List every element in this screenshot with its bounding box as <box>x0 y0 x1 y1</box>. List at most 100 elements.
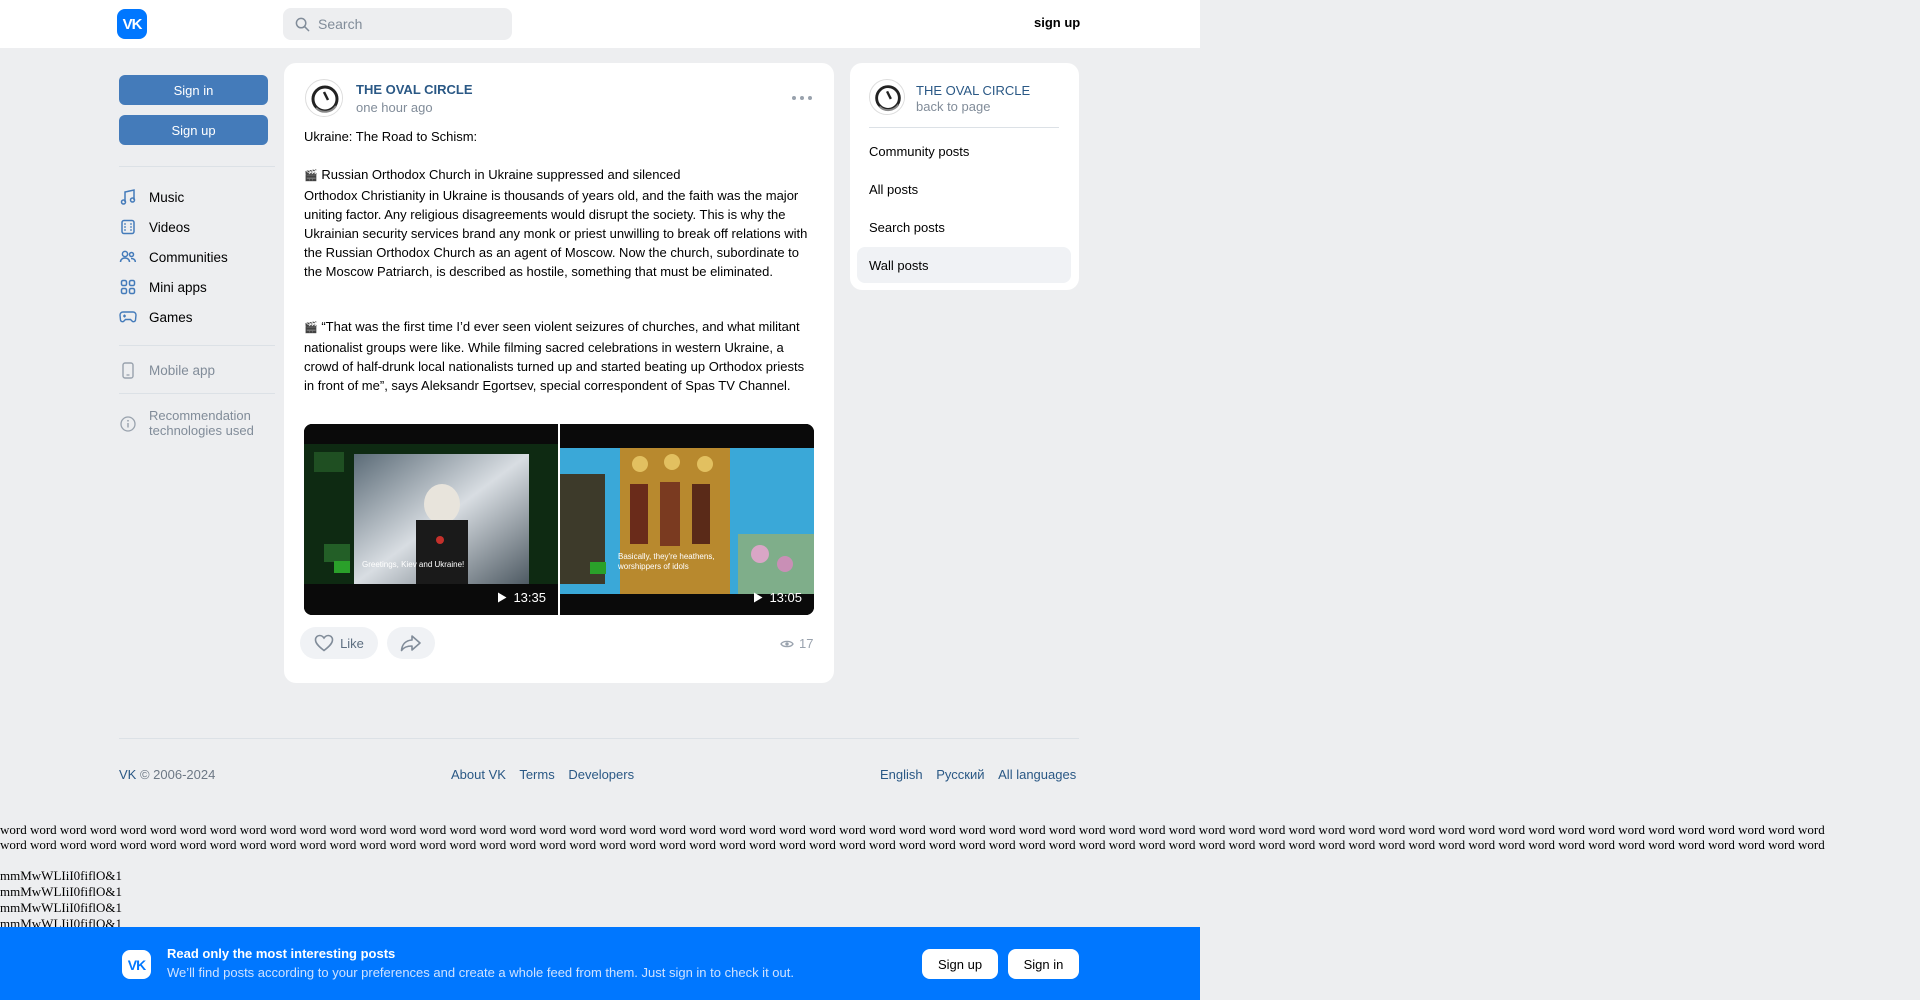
top-header: VK sign up <box>0 0 1200 48</box>
menu-item-all-posts[interactable]: All posts <box>857 171 1071 207</box>
footer-vk-link[interactable]: VK <box>119 767 136 782</box>
community-avatar[interactable] <box>305 79 343 117</box>
banner-title: Read only the most interesting posts <box>167 946 396 961</box>
menu-item-wall-posts[interactable]: Wall posts <box>857 247 1071 283</box>
phone-icon <box>119 361 137 379</box>
sidebar-item-label: Games <box>149 309 193 325</box>
footer-lang-english[interactable]: English <box>880 767 923 782</box>
post-paragraph-2-text: “That was the first time I’d ever seen v… <box>304 319 805 393</box>
footer-languages: English Русский All languages <box>880 767 1076 782</box>
info-icon <box>119 415 137 433</box>
search-icon <box>295 17 310 31</box>
play-icon <box>754 592 763 603</box>
footer-divider <box>119 738 1079 739</box>
banner-sign-in-button[interactable]: Sign in <box>1008 949 1079 979</box>
footer-lang-russian[interactable]: Русский <box>936 767 984 782</box>
sidebar-item-videos[interactable]: Videos <box>119 215 190 239</box>
sidebar-item-label: Mini apps <box>149 279 207 295</box>
menu-item-search-posts[interactable]: Search posts <box>857 209 1071 245</box>
footer-link-developers[interactable]: Developers <box>568 767 634 782</box>
filler-line: word word word word word word word word … <box>0 822 1825 837</box>
video-duration-text: 13:35 <box>513 590 546 605</box>
sidebar-item-label: Videos <box>149 219 191 235</box>
footer-copyright: VK © 2006-2024 <box>119 767 215 782</box>
footer-links: About VK Terms Developers <box>451 767 644 782</box>
sidebar-item-recommendation[interactable]: Recommendation technologies used <box>119 408 254 440</box>
video-frame-1 <box>304 424 558 615</box>
menu-item-community-posts[interactable]: Community posts <box>857 133 1071 169</box>
video-caption: Greetings, Kiev and Ukraine! <box>362 560 465 569</box>
glyph-line: mmMwWLIiI0fiflO&1 <box>0 884 123 899</box>
video-duration: 13:05 <box>753 590 802 605</box>
play-icon <box>498 592 507 603</box>
mini-apps-icon <box>119 278 137 296</box>
post-paragraph-1-body: Orthodox Christianity in Ukraine is thou… <box>304 188 808 279</box>
like-button[interactable]: Like <box>300 627 378 659</box>
like-label: Like <box>340 635 364 651</box>
vk-logo[interactable]: VK <box>117 9 147 39</box>
footer-link-terms[interactable]: Terms <box>519 767 554 782</box>
video-caption: Basically, they're heathens, worshippers … <box>618 552 715 572</box>
video-thumbnail[interactable]: Greetings, Kiev and Ukraine! 13:35 <box>304 424 558 615</box>
video-thumbnail[interactable]: Basically, they're heathens, worshippers … <box>560 424 814 615</box>
views-count: 17 <box>799 636 814 651</box>
video-caption-line1: Basically, they're heathens, <box>618 552 715 561</box>
post-paragraph-2: 🎬 “That was the first time I’d ever seen… <box>304 317 814 395</box>
sidebar-item-label: Mobile app <box>149 362 216 378</box>
footer-copyright-text: © 2006-2024 <box>139 767 216 782</box>
clapperboard-icon: 🎬 <box>304 170 318 182</box>
recommendation-line2: technologies used <box>149 423 254 438</box>
footer-lang-all[interactable]: All languages <box>998 767 1076 782</box>
search-input[interactable] <box>318 16 488 32</box>
nav-divider <box>119 166 275 167</box>
video-duration-text: 13:05 <box>769 590 802 605</box>
clapperboard-icon: 🎬 <box>304 322 318 334</box>
sidebar-item-label: Music <box>149 189 185 205</box>
sidebar-item-games[interactable]: Games <box>119 305 193 329</box>
post-title: Ukraine: The Road to Schism: <box>304 129 478 144</box>
signup-banner: VK Read only the most interesting posts … <box>0 927 1200 1000</box>
banner-sign-up-button[interactable]: Sign up <box>922 949 998 979</box>
filler-line: word word word word word word word word … <box>0 837 1825 852</box>
post-paragraph-1-head: Russian Orthodox Church in Ukraine suppr… <box>321 167 681 182</box>
music-icon <box>119 188 137 206</box>
video-caption-line2: worshippers of idols <box>618 562 689 571</box>
glyph-test-text: mmMwWLIiI0fiflO&1 mmMwWLIiI0fiflO&1 mmMw… <box>0 868 122 932</box>
share-icon <box>400 635 421 652</box>
communities-icon <box>119 248 137 266</box>
nav-divider <box>119 393 275 394</box>
views-counter: 17 <box>780 636 813 651</box>
eye-icon <box>780 640 794 647</box>
right-panel-divider <box>869 127 1059 128</box>
post-paragraph-1: 🎬 Russian Orthodox Church in Ukraine sup… <box>304 165 814 281</box>
recommendation-line1: Recommendation <box>149 408 251 423</box>
glyph-line: mmMwWLIiI0fiflO&1 <box>0 868 123 883</box>
sidebar-item-communities[interactable]: Communities <box>119 245 228 269</box>
filler-text: word word word word word word word word … <box>0 822 1920 852</box>
footer-link-about[interactable]: About VK <box>451 767 506 782</box>
share-button[interactable] <box>387 627 435 659</box>
sidebar-item-mobile-app[interactable]: Mobile app <box>119 358 215 382</box>
nav-divider <box>119 345 275 346</box>
games-icon <box>119 308 137 326</box>
sidebar-item-music[interactable]: Music <box>119 185 184 209</box>
community-avatar[interactable] <box>869 79 905 115</box>
video-frame-2 <box>560 424 814 615</box>
header-signup-link[interactable]: sign up <box>1034 15 1080 30</box>
sidebar-item-mini-apps[interactable]: Mini apps <box>119 275 207 299</box>
back-to-page-link[interactable]: back to page <box>916 99 990 114</box>
heart-icon <box>314 634 334 652</box>
vk-logo: VK <box>122 950 151 979</box>
search-bar[interactable] <box>283 8 512 40</box>
glyph-line: mmMwWLIiI0fiflO&1 <box>0 900 123 915</box>
banner-subtitle: We’ll find posts according to your prefe… <box>167 965 794 980</box>
videos-icon <box>119 218 137 236</box>
sidebar-item-label: Communities <box>149 249 228 265</box>
sign-in-button[interactable]: Sign in <box>119 75 268 105</box>
recommendation-text: Recommendation technologies used <box>149 408 254 438</box>
post-time[interactable]: one hour ago <box>356 100 433 115</box>
right-panel-author-link[interactable]: THE OVAL CIRCLE <box>916 83 1030 98</box>
sign-up-button[interactable]: Sign up <box>119 115 268 145</box>
post-author-link[interactable]: THE OVAL CIRCLE <box>356 82 473 97</box>
more-options-icon[interactable] <box>792 90 812 106</box>
